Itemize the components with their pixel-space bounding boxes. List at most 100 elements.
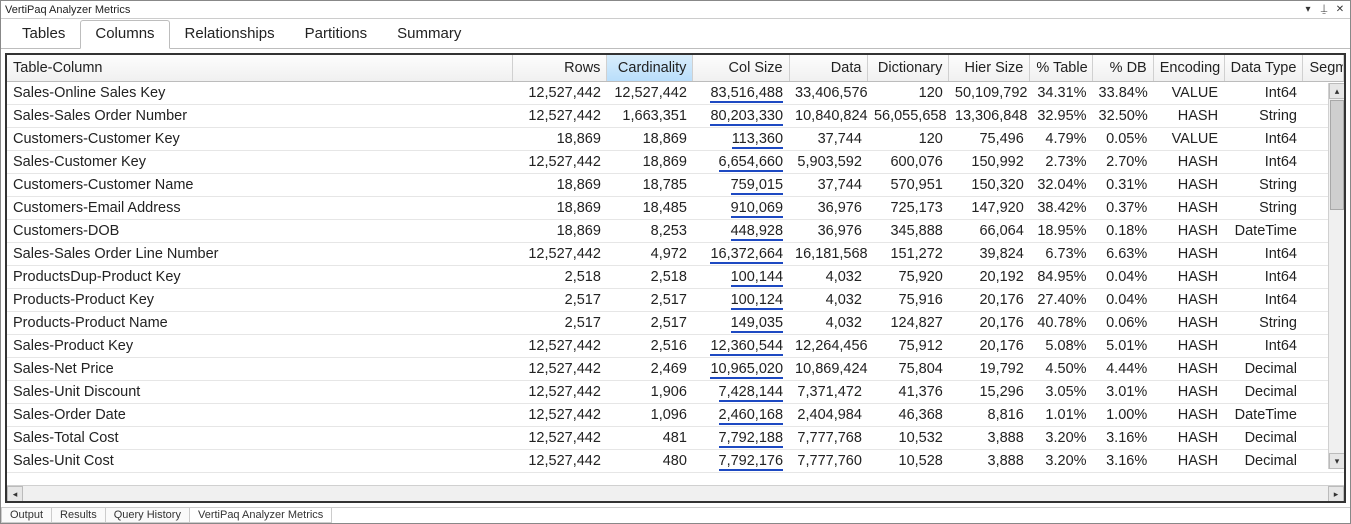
table-row[interactable]: Sales-Unit Discount12,527,4421,9067,428,… — [7, 381, 1344, 404]
column-header-dict[interactable]: Dictionary — [868, 55, 949, 82]
bottom-tab-query-history[interactable]: Query History — [105, 508, 190, 523]
grid-header-row: Table-ColumnRowsCardinalityCol SizeDataD… — [7, 55, 1344, 82]
cell-data: 12,264,456 — [789, 335, 868, 358]
table-row[interactable]: Sales-Customer Key12,527,44218,8696,654,… — [7, 151, 1344, 174]
cell-dict: 10,532 — [868, 427, 949, 450]
cell-pdb: 2.70% — [1093, 151, 1154, 174]
tab-partitions[interactable]: Partitions — [290, 20, 383, 49]
cell-colsize: 100,124 — [693, 289, 789, 312]
column-header-ptable[interactable]: % Table — [1030, 55, 1093, 82]
column-header-hier[interactable]: Hier Size — [949, 55, 1030, 82]
cell-name: Sales-Sales Order Number — [7, 105, 513, 128]
cell-dtype: String — [1224, 312, 1303, 335]
table-row[interactable]: Sales-Order Date12,527,4421,0962,460,168… — [7, 404, 1344, 427]
cell-data: 16,181,568 — [789, 243, 868, 266]
column-header-colsize[interactable]: Col Size — [693, 55, 789, 82]
table-row[interactable]: Customers-Customer Name18,86918,785759,0… — [7, 174, 1344, 197]
close-icon[interactable]: ✕ — [1334, 4, 1346, 16]
column-header-pdb[interactable]: % DB — [1093, 55, 1154, 82]
cell-dtype: Int64 — [1224, 151, 1303, 174]
cell-card: 2,517 — [607, 289, 693, 312]
table-row[interactable]: Sales-Product Key12,527,4422,51612,360,5… — [7, 335, 1344, 358]
vertical-scroll-thumb[interactable] — [1330, 100, 1344, 210]
vertical-scrollbar[interactable]: ▴ ▾ — [1328, 83, 1344, 469]
horizontal-scrollbar[interactable]: ◂ ▸ — [7, 485, 1344, 501]
table-row[interactable]: Sales-Online Sales Key12,527,44212,527,4… — [7, 82, 1344, 105]
cell-colsize: 7,792,188 — [693, 427, 789, 450]
column-header-name[interactable]: Table-Column — [7, 55, 513, 82]
cell-dtype: String — [1224, 174, 1303, 197]
cell-enc: HASH — [1153, 266, 1224, 289]
table-row[interactable]: Sales-Net Price12,527,4422,46910,965,020… — [7, 358, 1344, 381]
grid-container: Table-ColumnRowsCardinalityCol SizeDataD… — [5, 53, 1346, 503]
bottom-tab-results[interactable]: Results — [51, 508, 106, 523]
cell-dict: 151,272 — [868, 243, 949, 266]
cell-dict: 75,916 — [868, 289, 949, 312]
cell-dict: 41,376 — [868, 381, 949, 404]
column-header-data[interactable]: Data — [789, 55, 868, 82]
cell-pdb: 0.18% — [1093, 220, 1154, 243]
cell-rows: 12,527,442 — [513, 243, 607, 266]
cell-data: 37,744 — [789, 128, 868, 151]
cell-dtype: String — [1224, 105, 1303, 128]
cell-colsize: 16,372,664 — [693, 243, 789, 266]
cell-colsize: 113,360 — [693, 128, 789, 151]
cell-ptable: 3.05% — [1030, 381, 1093, 404]
pin-icon[interactable]: ⍊ — [1318, 4, 1330, 16]
cell-rows: 12,527,442 — [513, 358, 607, 381]
tab-summary[interactable]: Summary — [382, 20, 476, 49]
panel-title: VertiPaq Analyzer Metrics — [5, 4, 130, 16]
bottom-tab-vertipaq-analyzer-metrics[interactable]: VertiPaq Analyzer Metrics — [189, 508, 332, 523]
table-row[interactable]: Sales-Sales Order Line Number12,527,4424… — [7, 243, 1344, 266]
table-row[interactable]: Products-Product Key2,5172,517100,1244,0… — [7, 289, 1344, 312]
column-header-card[interactable]: Cardinality — [607, 55, 693, 82]
table-row[interactable]: Customers-Customer Key18,86918,869113,36… — [7, 128, 1344, 151]
cell-rows: 2,518 — [513, 266, 607, 289]
table-row[interactable]: Sales-Total Cost12,527,4424817,792,1887,… — [7, 427, 1344, 450]
cell-ptable: 4.79% — [1030, 128, 1093, 151]
cell-rows: 18,869 — [513, 220, 607, 243]
cell-pdb: 0.31% — [1093, 174, 1154, 197]
dropdown-icon[interactable]: ▾ — [1302, 4, 1314, 16]
cell-data: 4,032 — [789, 312, 868, 335]
bottom-tab-output[interactable]: Output — [1, 508, 52, 523]
cell-dict: 725,173 — [868, 197, 949, 220]
table-row[interactable]: Sales-Sales Order Number12,527,4421,663,… — [7, 105, 1344, 128]
cell-dict: 10,528 — [868, 450, 949, 473]
cell-ptable: 1.01% — [1030, 404, 1093, 427]
cell-dtype: Int64 — [1224, 243, 1303, 266]
cell-rows: 18,869 — [513, 128, 607, 151]
column-header-rows[interactable]: Rows — [513, 55, 607, 82]
scroll-left-icon[interactable]: ◂ — [7, 486, 23, 502]
table-row[interactable]: ProductsDup-Product Key2,5182,518100,144… — [7, 266, 1344, 289]
cell-dict: 570,951 — [868, 174, 949, 197]
grid-scroll-viewport[interactable]: Table-ColumnRowsCardinalityCol SizeDataD… — [7, 55, 1344, 485]
scroll-down-icon[interactable]: ▾ — [1329, 453, 1344, 469]
tab-relationships[interactable]: Relationships — [170, 20, 290, 49]
table-row[interactable]: Customers-DOB18,8698,253448,92836,976345… — [7, 220, 1344, 243]
tab-tables[interactable]: Tables — [7, 20, 80, 49]
cell-hier: 150,320 — [949, 174, 1030, 197]
tab-columns[interactable]: Columns — [80, 20, 169, 49]
table-row[interactable]: Customers-Email Address18,86918,485910,0… — [7, 197, 1344, 220]
cell-hier: 50,109,792 — [949, 82, 1030, 105]
cell-enc: HASH — [1153, 312, 1224, 335]
scroll-up-icon[interactable]: ▴ — [1329, 83, 1344, 99]
cell-data: 2,404,984 — [789, 404, 868, 427]
cell-card: 1,906 — [607, 381, 693, 404]
cell-name: Customers-DOB — [7, 220, 513, 243]
cell-name: Customers-Customer Key — [7, 128, 513, 151]
column-header-dtype[interactable]: Data Type — [1224, 55, 1303, 82]
cell-name: ProductsDup-Product Key — [7, 266, 513, 289]
cell-rows: 12,527,442 — [513, 151, 607, 174]
table-row[interactable]: Products-Product Name2,5172,517149,0354,… — [7, 312, 1344, 335]
table-row[interactable]: Sales-Unit Cost12,527,4424807,792,1767,7… — [7, 450, 1344, 473]
scroll-right-icon[interactable]: ▸ — [1328, 486, 1344, 502]
column-header-seg[interactable]: Segm — [1303, 55, 1344, 82]
cell-colsize: 759,015 — [693, 174, 789, 197]
cell-card: 18,869 — [607, 128, 693, 151]
column-header-enc[interactable]: Encoding — [1153, 55, 1224, 82]
cell-enc: HASH — [1153, 381, 1224, 404]
cell-enc: VALUE — [1153, 82, 1224, 105]
cell-pdb: 0.06% — [1093, 312, 1154, 335]
